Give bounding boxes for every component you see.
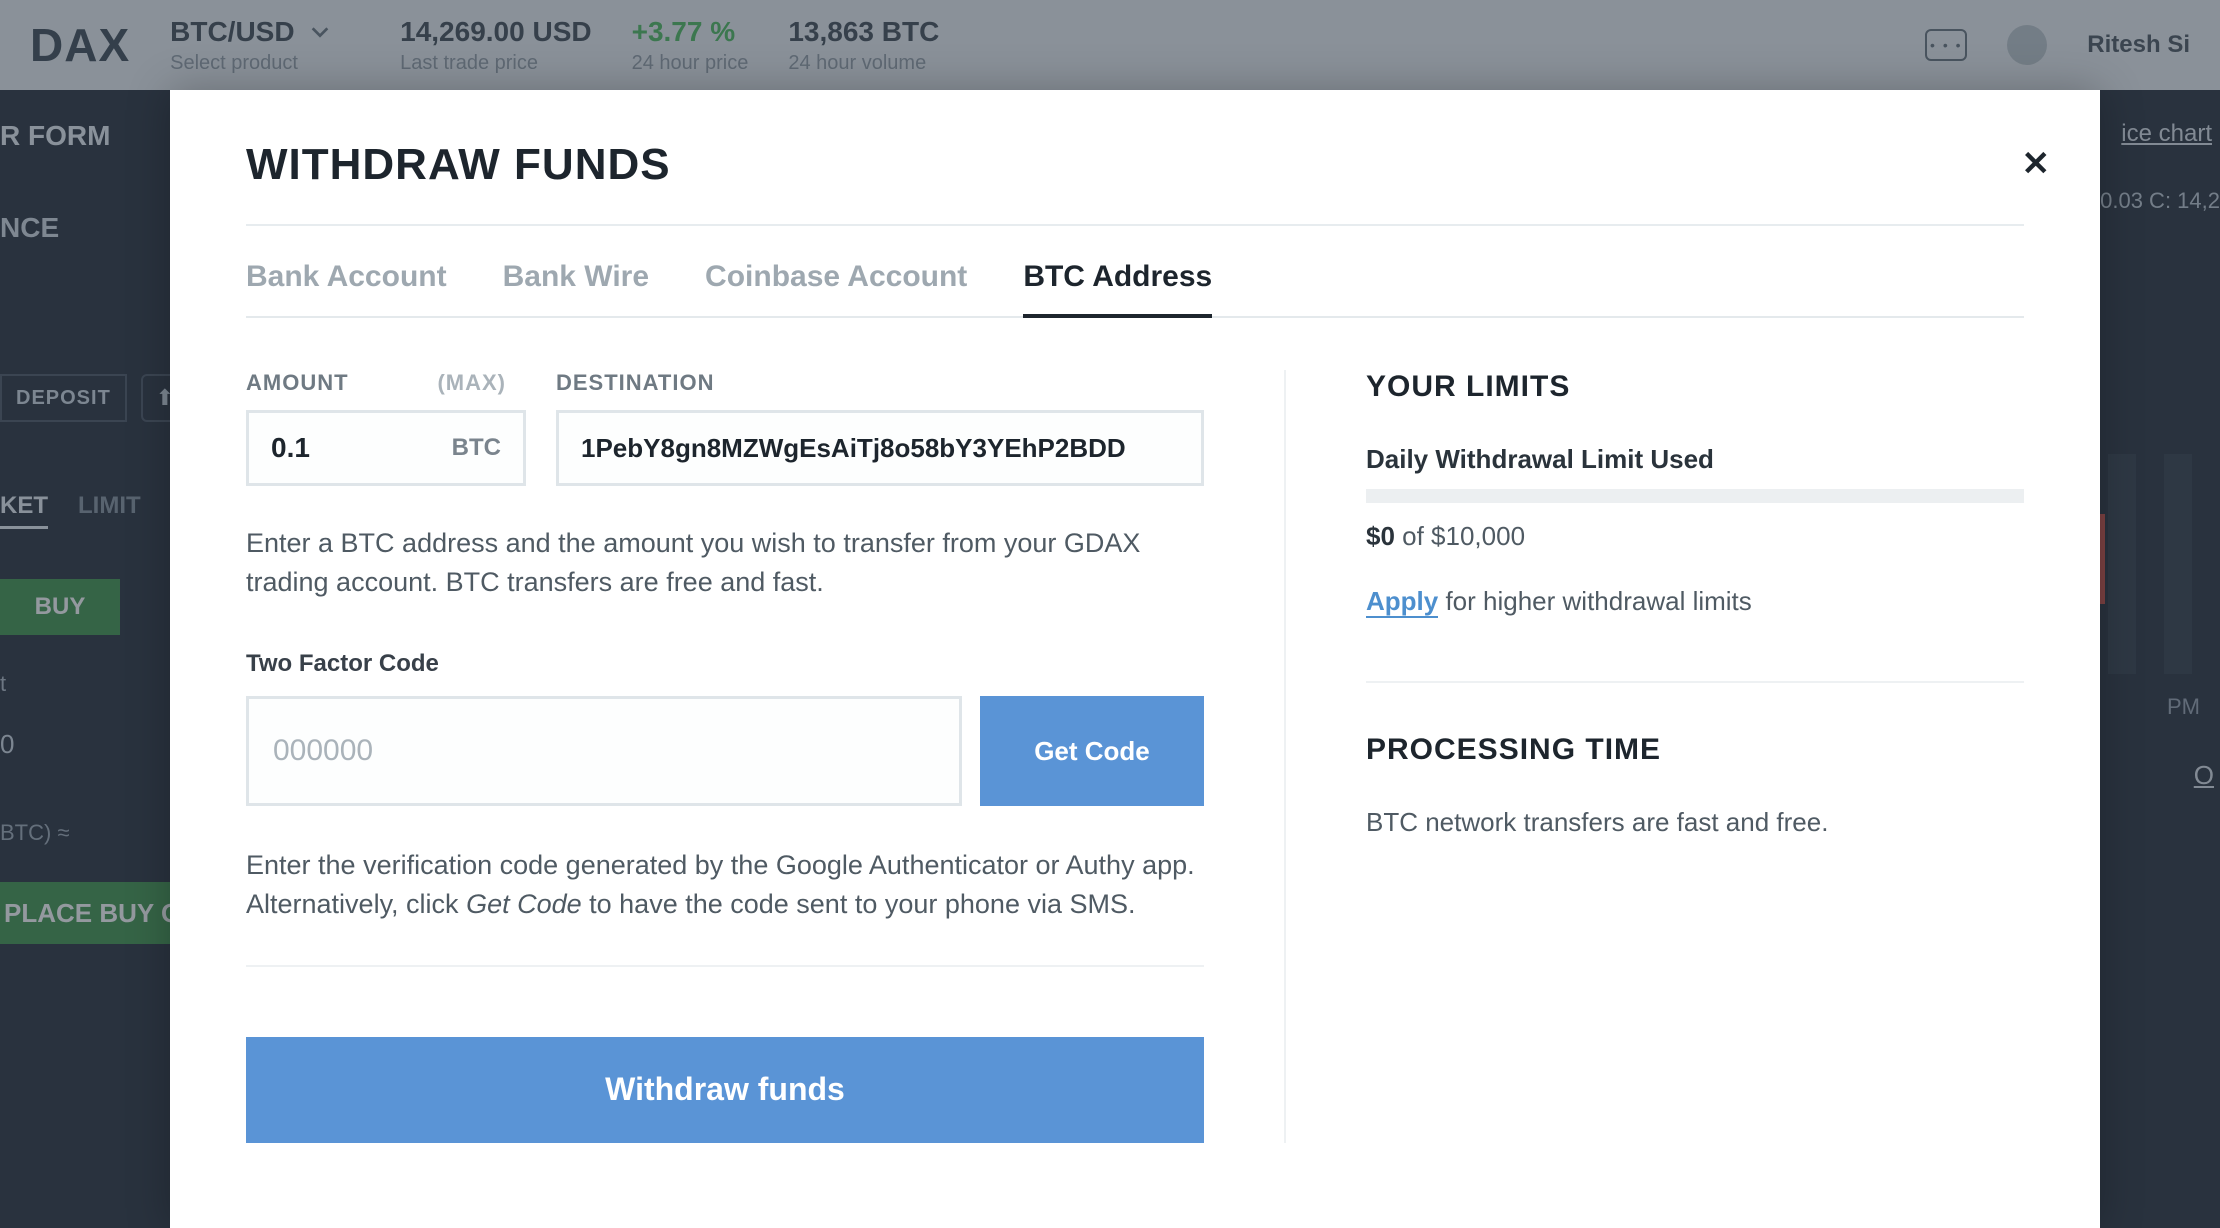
limits-panel: YOUR LIMITS Daily Withdrawal Limit Used … (1286, 370, 2024, 1143)
amount-unit: BTC (452, 434, 501, 462)
withdraw-method-tabs: Bank Account Bank Wire Coinbase Account … (246, 260, 2024, 318)
tab-bank-wire[interactable]: Bank Wire (503, 260, 649, 316)
apply-limits-row: Apply for higher withdrawal limits (1366, 586, 2024, 617)
withdraw-funds-modal: WITHDRAW FUNDS ✕ Bank Account Bank Wire … (170, 90, 2100, 1228)
close-icon[interactable]: ✕ (2022, 144, 2051, 184)
max-link[interactable]: (MAX) (437, 370, 506, 396)
amount-input[interactable] (271, 432, 391, 464)
destination-input[interactable] (581, 433, 1179, 464)
apply-link[interactable]: Apply (1366, 586, 1438, 618)
destination-input-wrapper[interactable] (556, 410, 1204, 486)
two-factor-help-text: Enter the verification code generated by… (246, 846, 1204, 924)
withdraw-form: AMOUNT (MAX) DESTINATION BTC Enter a BTC… (246, 370, 1286, 1143)
tab-btc-address[interactable]: BTC Address (1023, 260, 1212, 318)
modal-title: WITHDRAW FUNDS (246, 140, 2024, 190)
daily-limit-label: Daily Withdrawal Limit Used (1366, 444, 2024, 475)
processing-time-heading: PROCESSING TIME (1366, 681, 2024, 767)
tab-coinbase-account[interactable]: Coinbase Account (705, 260, 967, 316)
tab-bank-account[interactable]: Bank Account (246, 260, 447, 316)
limit-used-value: $0 of $10,000 (1366, 521, 2024, 552)
divider (246, 965, 1204, 967)
amount-input-wrapper[interactable]: BTC (246, 410, 526, 486)
withdraw-funds-button[interactable]: Withdraw funds (246, 1037, 1204, 1143)
two-factor-label: Two Factor Code (246, 650, 1204, 678)
get-code-button[interactable]: Get Code (980, 696, 1204, 806)
amount-label: AMOUNT (246, 370, 349, 396)
limit-progress-bar (1366, 489, 2024, 503)
your-limits-heading: YOUR LIMITS (1366, 370, 2024, 404)
form-help-text: Enter a BTC address and the amount you w… (246, 524, 1204, 602)
destination-label: DESTINATION (556, 370, 714, 396)
divider (246, 224, 2024, 226)
two-factor-input[interactable] (246, 696, 962, 806)
processing-time-text: BTC network transfers are fast and free. (1366, 807, 2024, 838)
